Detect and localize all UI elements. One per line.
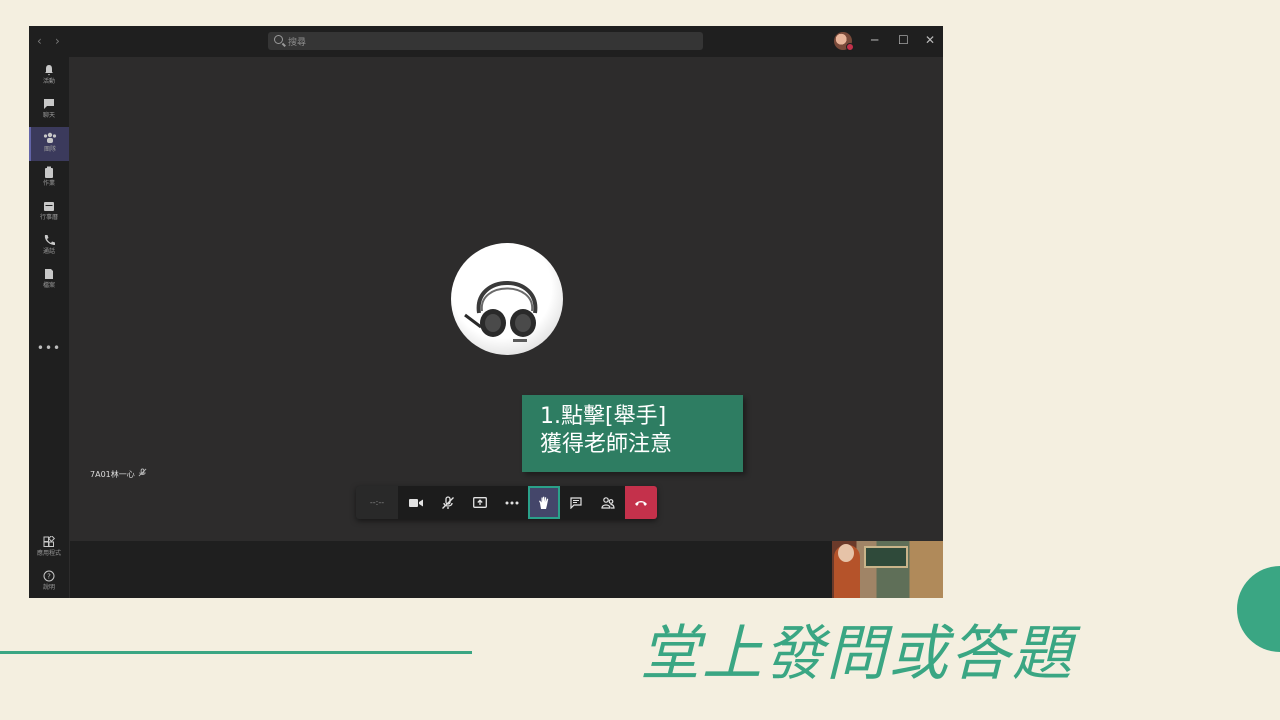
search-placeholder: 搜尋 — [288, 38, 307, 48]
rail-label: 通話 — [42, 248, 55, 255]
search-input[interactable]: 搜尋 — [268, 32, 703, 50]
participants-button[interactable] — [592, 486, 624, 519]
rail-item-chat[interactable]: 聊天 — [29, 93, 69, 127]
rail-item-activity[interactable]: 活動 — [29, 59, 69, 93]
status-dot — [846, 43, 854, 51]
rail-item-files[interactable]: 檔案 — [29, 263, 69, 297]
callout-line-1: 1.點擊[舉手] — [540, 404, 667, 429]
chat-button[interactable] — [560, 486, 592, 519]
rail-item-apps[interactable]: 應用程式 — [29, 531, 69, 565]
rail-label: 作業 — [42, 180, 55, 187]
app-rail: 活動 聊天 團隊 作業 行事曆 通話 檔案 ••• 應用程式 ? 說明 — [29, 57, 69, 598]
maximize-button[interactable]: ☐ — [898, 33, 909, 47]
callout-line-2: 獲得老師注意 — [540, 432, 673, 457]
rail-label: 檔案 — [42, 282, 55, 289]
search-icon — [274, 35, 283, 44]
hang-up-button[interactable] — [625, 486, 657, 519]
more-actions-button[interactable] — [496, 486, 528, 519]
phone-icon — [44, 235, 55, 245]
participant-label: 7A01林一心 — [90, 468, 147, 480]
help-icon: ? — [43, 570, 55, 582]
headset-icon — [464, 281, 538, 342]
rail-label: 活動 — [42, 78, 55, 85]
raise-hand-icon — [539, 496, 549, 509]
rail-label: 說明 — [42, 584, 55, 591]
rail-item-assignments[interactable]: 作業 — [29, 161, 69, 195]
decorative-circle — [1237, 566, 1280, 652]
rail-label: 聊天 — [42, 112, 55, 119]
files-icon — [45, 269, 53, 279]
rail-item-teams[interactable]: 團隊 — [29, 127, 69, 161]
participants-icon — [601, 496, 615, 509]
rail-label: 團隊 — [43, 146, 56, 153]
instruction-callout: 1.點擊[舉手] 獲得老師注意 — [522, 395, 743, 472]
call-timer: --:-- — [356, 486, 398, 519]
close-button[interactable]: ✕ — [925, 33, 935, 47]
meeting-bottom-strip — [70, 541, 943, 598]
apps-icon — [43, 536, 55, 547]
classroom-board — [864, 546, 908, 568]
svg-text:?: ? — [47, 573, 51, 581]
bell-icon — [45, 65, 53, 76]
participant-name: 7A01林一心 — [90, 470, 135, 479]
slide-title: 堂上發問或答題 — [640, 619, 1074, 689]
mic-off-icon — [442, 495, 454, 509]
decorative-rule — [0, 651, 472, 654]
raise-hand-button[interactable] — [528, 486, 560, 519]
assignments-icon — [45, 166, 53, 178]
title-bar: ‹ › 搜尋 ─ ☐ ✕ — [29, 26, 943, 57]
forward-arrow-icon[interactable]: › — [55, 34, 60, 48]
calendar-icon — [44, 202, 54, 211]
minimize-button[interactable]: ─ — [871, 33, 878, 47]
rail-item-help[interactable]: ? 說明 — [29, 565, 69, 598]
headset-avatar — [451, 243, 563, 355]
teams-icon — [43, 132, 57, 143]
call-toolbar: --:-- — [356, 486, 657, 519]
chat-icon — [570, 496, 582, 509]
mic-off-icon — [138, 468, 147, 477]
rail-item-calendar[interactable]: 行事曆 — [29, 195, 69, 229]
more-icon — [505, 501, 519, 504]
share-screen-icon — [473, 496, 487, 508]
rail-label: 應用程式 — [36, 550, 61, 557]
self-video-face — [838, 544, 854, 562]
teams-window: ‹ › 搜尋 ─ ☐ ✕ 活動 聊天 團隊 作業 行事曆 通話 檔案 ••• 應… — [29, 26, 943, 598]
avatar[interactable] — [834, 32, 854, 51]
back-arrow-icon[interactable]: ‹ — [37, 34, 42, 48]
self-video-preview — [832, 541, 943, 598]
camera-button[interactable] — [400, 486, 432, 519]
rail-item-calls[interactable]: 通話 — [29, 229, 69, 263]
hang-up-icon — [635, 500, 647, 506]
chat-icon — [44, 99, 54, 109]
rail-label: 行事曆 — [39, 214, 58, 221]
more-apps-button[interactable]: ••• — [29, 341, 69, 355]
mic-button[interactable] — [432, 486, 464, 519]
camera-icon — [409, 498, 423, 507]
share-screen-button[interactable] — [464, 486, 496, 519]
